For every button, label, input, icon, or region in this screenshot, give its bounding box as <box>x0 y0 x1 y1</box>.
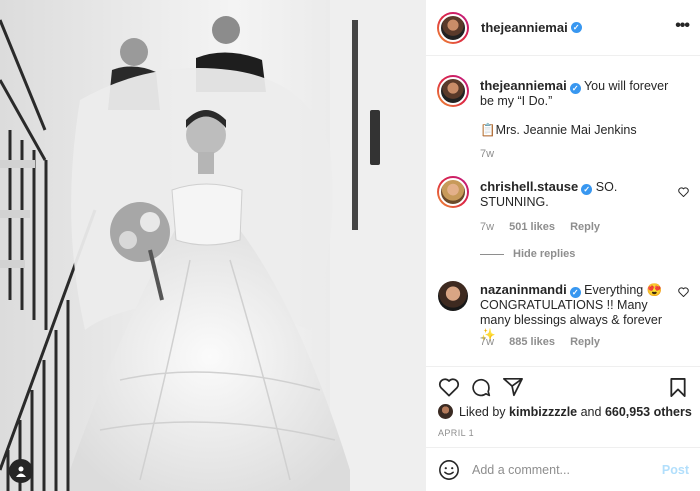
post-date[interactable]: APRIL 1 <box>438 428 474 438</box>
comment-likes[interactable]: 885 likes <box>509 336 555 348</box>
post-comment-button[interactable]: Post <box>662 463 689 477</box>
comments-list: thejeanniemai ✓ You will forever be my “I… <box>426 56 700 366</box>
post-photo[interactable] <box>0 0 425 491</box>
more-options-icon[interactable]: ••• <box>675 18 690 34</box>
like-comment-heart-icon[interactable] <box>678 187 689 197</box>
caption-avatar[interactable] <box>437 75 469 107</box>
comment-input[interactable] <box>472 462 652 477</box>
liker-avatar[interactable] <box>438 404 453 419</box>
commenter-avatar[interactable] <box>437 176 469 208</box>
comment-text: chrishell.stause ✓ SO. STUNNING. <box>480 179 676 210</box>
instagram-post: thejeanniemai ✓ ••• thejeanniemai ✓ You w… <box>0 0 700 491</box>
liked-by-prefix: Liked by <box>459 404 506 419</box>
action-bar <box>426 366 700 406</box>
author-username[interactable]: thejeanniemai <box>481 20 568 35</box>
reply-button[interactable]: Reply <box>570 336 600 348</box>
commenter-avatar[interactable] <box>438 281 468 311</box>
reply-button[interactable]: Reply <box>570 221 600 233</box>
liker-username[interactable]: kimbizzzzle <box>509 405 577 419</box>
emoji-icon[interactable] <box>438 459 460 481</box>
commenter-username[interactable]: chrishell.stause <box>480 179 578 194</box>
wedding-photo-illustration <box>0 0 425 491</box>
comment-age[interactable]: 7w <box>480 336 494 348</box>
hide-replies-label: Hide replies <box>513 248 576 260</box>
caption-line2: 📋Mrs. Jeannie Mai Jenkins <box>480 123 637 137</box>
likes-and: and <box>580 404 602 419</box>
caption-username[interactable]: thejeanniemai <box>480 78 567 93</box>
hide-replies-button[interactable]: Hide replies <box>480 248 575 260</box>
commenter-username[interactable]: nazaninmandi <box>480 282 567 297</box>
caption-text: thejeanniemai ✓ You will forever be my “I… <box>480 78 676 109</box>
comment-likes[interactable]: 501 likes <box>509 221 555 233</box>
author-avatar[interactable] <box>437 11 469 44</box>
save-bookmark-icon[interactable] <box>669 377 687 398</box>
verified-badge-icon: ✓ <box>570 22 582 33</box>
divider-line <box>480 253 504 255</box>
likes-count[interactable]: 660,953 others <box>605 405 692 419</box>
post-sidebar: thejeanniemai ✓ ••• thejeanniemai ✓ You w… <box>425 0 700 491</box>
comment-meta: 7w 885 likes Reply <box>480 336 612 348</box>
comment-text: nazaninmandi ✓ Everything 😍 CONGRATULATIO… <box>480 282 676 343</box>
verified-badge-icon: ✓ <box>569 83 581 94</box>
comment-icon[interactable] <box>470 377 492 398</box>
user-tag-icon[interactable] <box>9 459 33 483</box>
verified-badge-icon: ✓ <box>569 287 581 298</box>
caption-timestamp[interactable]: 7w <box>480 148 494 160</box>
like-comment-heart-icon[interactable] <box>678 287 689 297</box>
caption-age: 7w <box>480 148 506 160</box>
share-send-icon[interactable] <box>502 377 524 397</box>
post-header: thejeanniemai ✓ ••• <box>426 0 700 56</box>
add-comment-bar: Post <box>426 447 700 491</box>
verified-badge-icon: ✓ <box>581 184 593 195</box>
likes-line: Liked by kimbizzzzle and 660,953 others <box>438 404 692 419</box>
like-heart-icon[interactable] <box>438 377 460 397</box>
comment-age[interactable]: 7w <box>480 221 494 233</box>
comment-meta: 7w 501 likes Reply <box>480 221 612 233</box>
